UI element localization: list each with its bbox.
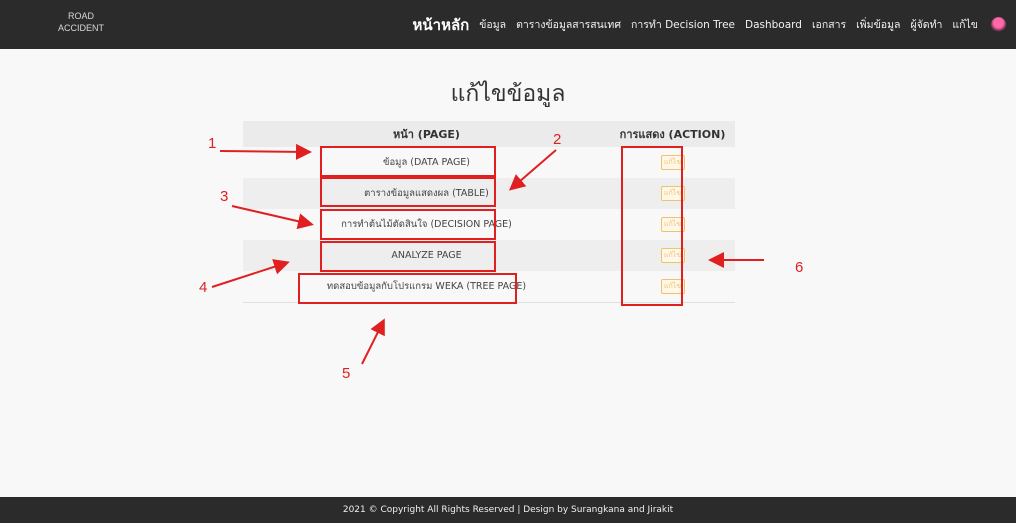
header-action: การแสดง (ACTION) (610, 121, 735, 147)
brand-logo[interactable]: ROAD ACCIDENT (51, 10, 111, 34)
edit-pages-table: หน้า (PAGE) การแสดง (ACTION) ข้อมูล (DAT… (243, 121, 735, 303)
table-row: ตารางข้อมูลแสดงผล (TABLE) แก้ไข (243, 178, 735, 209)
annotation-label-5: 5 (342, 365, 351, 382)
edit-button-analyze[interactable]: แก้ไข (660, 248, 685, 263)
action-cell: แก้ไข (610, 240, 735, 271)
edit-button-weka[interactable]: แก้ไข (660, 279, 685, 294)
footer-copyright: 2021 © Copyright All Rights Reserved | D… (342, 505, 674, 515)
table-row: ทดสอบข้อมูลกับโปรแกรม WEKA (TREE PAGE) แ… (243, 271, 735, 303)
arrow-5 (361, 318, 385, 365)
action-cell: แก้ไข (610, 178, 735, 209)
main-nav: หน้าหลัก ข้อมูล ตารางข้อมูลสารสนเทศ การท… (413, 0, 978, 49)
annotation-label-4: 4 (199, 279, 208, 296)
nav-edit[interactable]: แก้ไข (952, 16, 978, 33)
brand-line-2: ACCIDENT (57, 23, 104, 33)
footer: 2021 © Copyright All Rights Reserved | D… (0, 497, 1016, 523)
page-name-data: ข้อมูล (DATA PAGE) (243, 147, 610, 178)
table-header-row: หน้า (PAGE) การแสดง (ACTION) (243, 121, 735, 147)
edit-button-decision[interactable]: แก้ไข (660, 217, 685, 232)
page-name-analyze: ANALYZE PAGE (243, 240, 610, 271)
page-name-weka: ทดสอบข้อมูลกับโปรแกรม WEKA (TREE PAGE) (243, 271, 610, 303)
annotation-label-3: 3 (220, 188, 229, 205)
nav-authors[interactable]: ผู้จัดทำ (910, 16, 942, 33)
action-cell: แก้ไข (610, 147, 735, 178)
page-name-decision: การทำต้นไม้ตัดสินใจ (DECISION PAGE) (243, 209, 610, 240)
nav-add-data[interactable]: เพิ่มข้อมูล (856, 16, 900, 33)
user-avatar-icon[interactable] (991, 17, 1006, 32)
nav-documents[interactable]: เอกสาร (812, 16, 846, 33)
table-row: ข้อมูล (DATA PAGE) แก้ไข (243, 147, 735, 178)
nav-data[interactable]: ข้อมูล (479, 16, 506, 33)
annotation-label-6: 6 (795, 259, 804, 276)
table-row: การทำต้นไม้ตัดสินใจ (DECISION PAGE) แก้ไ… (243, 209, 735, 240)
top-navbar: ROAD ACCIDENT หน้าหลัก ข้อมูล ตารางข้อมู… (0, 0, 1016, 49)
nav-home[interactable]: หน้าหลัก (413, 13, 470, 37)
brand-line-1: ROAD (67, 11, 94, 21)
page-title: แก้ไขข้อมูล (450, 81, 566, 107)
nav-dashboard[interactable]: Dashboard (745, 19, 802, 31)
table-row: ANALYZE PAGE แก้ไข (243, 240, 735, 271)
action-cell: แก้ไข (610, 271, 735, 303)
annotation-label-2: 2 (553, 131, 562, 148)
nav-info-table[interactable]: ตารางข้อมูลสารสนเทศ (516, 16, 621, 33)
edit-button-data[interactable]: แก้ไข (660, 155, 685, 170)
edit-button-table[interactable]: แก้ไข (660, 186, 685, 201)
page-name-table: ตารางข้อมูลแสดงผล (TABLE) (243, 178, 610, 209)
action-cell: แก้ไข (610, 209, 735, 240)
nav-decision-tree[interactable]: การทำ Decision Tree (631, 16, 735, 33)
annotation-label-1: 1 (208, 135, 217, 152)
